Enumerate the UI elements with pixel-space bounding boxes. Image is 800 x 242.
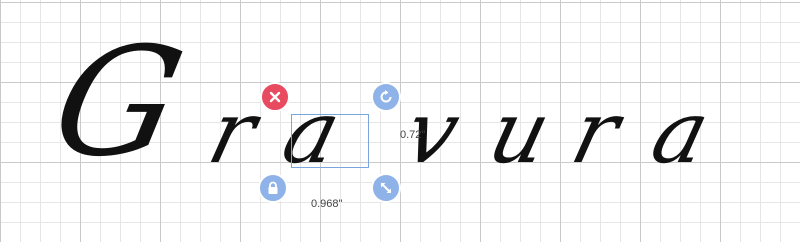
lock-icon xyxy=(268,181,278,194)
selection-box[interactable] xyxy=(291,114,369,168)
letter-g[interactable]: G xyxy=(40,16,197,190)
rotate-icon xyxy=(380,90,392,103)
rotate-button[interactable] xyxy=(371,82,401,112)
letter-u[interactable]: u xyxy=(480,83,560,183)
resize-button[interactable] xyxy=(371,173,401,203)
width-dimension-label: 0.968" xyxy=(311,198,343,210)
design-canvas[interactable]: G r a v u r a 0.72" 0.968" xyxy=(0,0,800,242)
resize-icon xyxy=(381,183,391,193)
close-icon xyxy=(269,91,281,103)
delete-button[interactable] xyxy=(260,82,290,112)
letter-r[interactable]: r xyxy=(200,83,266,183)
letter-r[interactable]: r xyxy=(563,83,629,183)
height-dimension-label: 0.72" xyxy=(400,129,426,141)
letter-a[interactable]: a xyxy=(643,83,719,183)
lock-button[interactable] xyxy=(258,173,288,203)
